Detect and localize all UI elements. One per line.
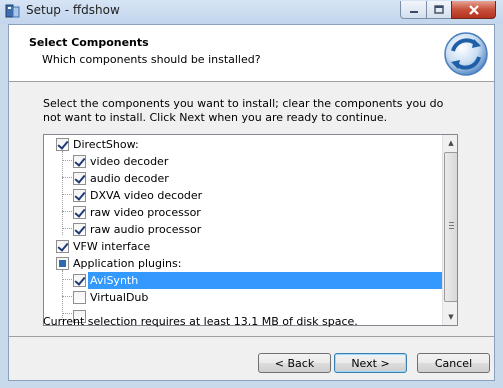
checkbox[interactable] (73, 291, 86, 304)
checkbox[interactable] (56, 138, 69, 151)
list-item[interactable]: raw video processor (44, 204, 442, 221)
scroll-up-arrow-icon[interactable]: ▲ (443, 135, 457, 151)
checkbox[interactable] (56, 257, 69, 270)
list-item-label: VirtualDub (90, 291, 149, 304)
checkbox[interactable] (73, 206, 86, 219)
setup-installer-icon (5, 4, 20, 18)
list-item[interactable]: audio decoder (44, 170, 442, 187)
close-icon (468, 4, 479, 15)
window-title: Setup - ffdshow (26, 3, 120, 17)
title-bar[interactable]: Setup - ffdshow (0, 0, 503, 24)
disk-space-text: Current selection requires at least 13.1… (43, 315, 358, 328)
list-item-label: AviSynth (90, 274, 139, 287)
list-item-label: video decoder (90, 155, 169, 168)
scroll-down-arrow-icon[interactable]: ▼ (443, 309, 457, 325)
list-item-label: DXVA video decoder (90, 189, 203, 202)
instructions-text: Select the components you want to instal… (43, 97, 444, 124)
list-item-selected[interactable]: AviSynth (44, 272, 442, 289)
list-item[interactable]: DXVA video decoder (44, 187, 442, 204)
grip-line (449, 228, 454, 229)
next-button[interactable]: Next > (334, 353, 407, 373)
maximize-button[interactable] (426, 1, 452, 19)
checkbox[interactable] (73, 274, 86, 287)
components-list[interactable]: DirectShow: video decoder audio decoder … (43, 134, 458, 326)
list-item-label: VFW interface (73, 240, 151, 253)
wizard-header: Select Components Which components shoul… (9, 25, 494, 82)
list-item-label: audio decoder (90, 172, 169, 185)
back-button[interactable]: < Back (258, 353, 331, 373)
checkbox[interactable] (73, 189, 86, 202)
scrollbar-thumb[interactable] (444, 152, 457, 302)
checkbox[interactable] (73, 172, 86, 185)
page-title: Select Components (29, 36, 149, 49)
list-item[interactable]: VirtualDub (44, 289, 442, 306)
list-item[interactable]: VFW interface (44, 238, 442, 255)
selection-highlight (88, 272, 442, 289)
list-item-label: raw audio processor (90, 223, 202, 236)
grip-line (449, 225, 454, 226)
minimize-icon (409, 10, 418, 13)
setup-dialog: Select Components Which components shoul… (8, 24, 495, 381)
list-item-label: Application plugins: (73, 257, 182, 270)
divider (9, 336, 494, 337)
list-item-label: raw video processor (90, 206, 201, 219)
list-item[interactable]: video decoder (44, 153, 442, 170)
grip-line (449, 222, 454, 223)
vertical-scrollbar[interactable]: ▲ ▼ (442, 135, 457, 325)
page-subtitle: Which components should be installed? (42, 53, 261, 66)
list-item[interactable]: Application plugins: (44, 255, 442, 272)
cancel-button[interactable]: Cancel (417, 353, 490, 373)
minimize-button[interactable] (400, 1, 427, 19)
checkbox[interactable] (56, 240, 69, 253)
close-button[interactable] (451, 1, 496, 19)
ffdshow-logo-icon (444, 32, 488, 76)
list-item[interactable]: DirectShow: (44, 136, 442, 153)
checkbox[interactable] (73, 223, 86, 236)
checkbox[interactable] (73, 155, 86, 168)
maximize-icon (434, 5, 444, 14)
list-item[interactable]: raw audio processor (44, 221, 442, 238)
list-item-label: DirectShow: (73, 138, 139, 151)
